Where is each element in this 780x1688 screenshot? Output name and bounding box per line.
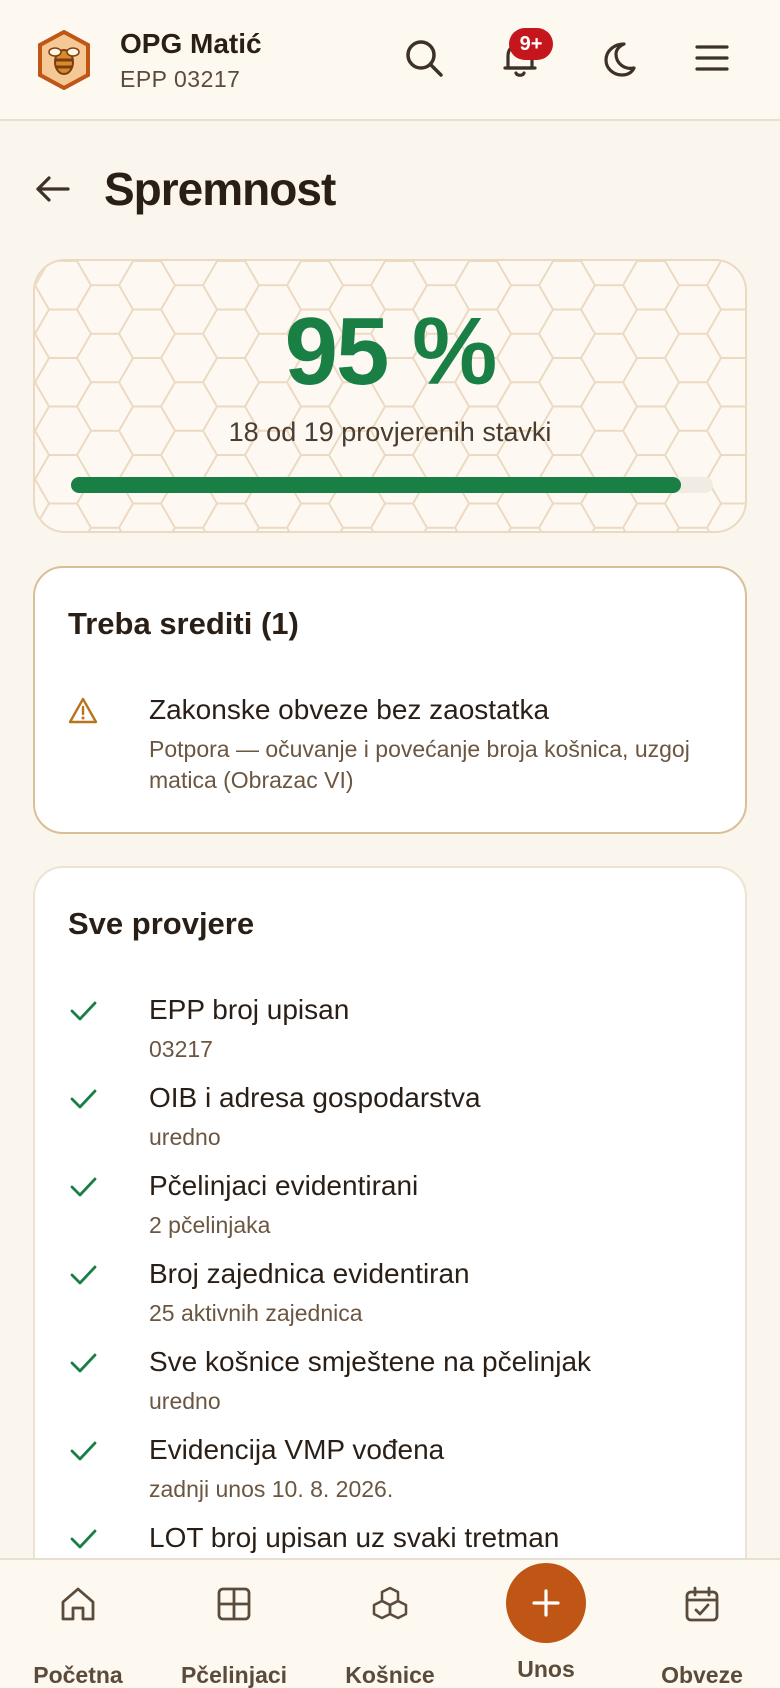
- nav-item-apiaries[interactable]: Pčelinjaci: [156, 1560, 312, 1688]
- nav-item-duties[interactable]: Obveze: [624, 1560, 780, 1688]
- theme-toggle-button[interactable]: [594, 36, 638, 80]
- readiness-progress-fill: [71, 477, 681, 493]
- app-header: OPG Matić EPP 03217 9+: [0, 0, 780, 121]
- notification-count-badge: 9+: [509, 28, 553, 60]
- check-item-title: OIB i adresa gospodarstva: [149, 1082, 481, 1113]
- grid-icon: [217, 1587, 251, 1621]
- add-entry-button[interactable]: [506, 1563, 586, 1643]
- check-item: Broj zajednica evidentiran 25 aktivnih z…: [68, 1258, 718, 1338]
- todo-item-title: Zakonske obveze bez zaostatka: [149, 694, 550, 725]
- back-arrow-icon[interactable]: [34, 170, 72, 208]
- check-icon: [70, 1089, 97, 1109]
- check-item-detail: zadnji unos 10. 8. 2026.: [149, 1476, 394, 1502]
- check-item: Evidencija VMP vođena zadnji unos 10. 8.…: [68, 1434, 718, 1514]
- org-name: OPG Matić: [120, 28, 262, 59]
- check-item-detail: 2 pčelinjaka: [149, 1212, 271, 1238]
- nav-label-home: Početna: [33, 1662, 123, 1688]
- check-item-title: Sve košnice smještene na pčelinjak: [149, 1346, 592, 1377]
- boxes-icon: [372, 1586, 408, 1620]
- todo-card-title: Treba srediti (1): [68, 606, 299, 641]
- menu-button[interactable]: [690, 36, 734, 80]
- check-item-detail: uredno: [149, 1124, 221, 1150]
- warning-icon: [68, 697, 98, 724]
- check-item-title: EPP broj upisan: [149, 994, 350, 1025]
- bee-logo-icon: [38, 30, 90, 90]
- check-icon: [70, 1441, 97, 1461]
- all-checks-title: Sve provjere: [68, 906, 255, 941]
- nav-label-add: Unos: [517, 1656, 575, 1682]
- readiness-percentage: 95 %: [284, 298, 498, 405]
- bottom-navigation: Početna Pčelinjaci Košnice Obveze: [0, 1558, 780, 1688]
- todo-item[interactable]: Zakonske obveze bez zaostatka Potpora — …: [68, 694, 718, 794]
- check-item: OIB i adresa gospodarstva uredno: [68, 1082, 718, 1162]
- check-icon: [70, 1177, 97, 1197]
- check-item: Sve košnice smještene na pčelinjak uredn…: [68, 1346, 718, 1426]
- check-item-detail: uredno: [149, 1388, 221, 1414]
- check-item-title: Broj zajednica evidentiran: [149, 1258, 470, 1289]
- nav-label-apiaries: Pčelinjaci: [180, 1662, 288, 1688]
- check-icon: [70, 1353, 97, 1373]
- check-item-title: Pčelinjaci evidentirani: [149, 1170, 419, 1201]
- moon-icon: [604, 42, 636, 77]
- todo-item-detail: Potpora — očuvanje i povećanje broja koš…: [149, 736, 690, 793]
- calendar-check-icon: [685, 1586, 719, 1622]
- readiness-summary: 18 od 19 provjerenih stavki: [228, 417, 552, 447]
- nav-label-hives: Košnice: [345, 1662, 435, 1688]
- check-item-detail: 25 aktivnih zajednica: [149, 1300, 363, 1326]
- nav-item-hives[interactable]: Košnice: [312, 1560, 468, 1688]
- check-item-detail: 03217: [149, 1036, 213, 1062]
- check-icon: [70, 1001, 97, 1021]
- hamburger-menu-icon: [695, 45, 729, 71]
- nav-item-home[interactable]: Početna: [0, 1560, 156, 1688]
- todo-card: Treba srediti (1) Zakonske obveze bez za…: [33, 566, 747, 834]
- check-item: Pčelinjaci evidentirani 2 pčelinjaka: [68, 1170, 718, 1250]
- check-item: EPP broj upisan 03217: [68, 994, 718, 1074]
- plus-icon: [532, 1589, 560, 1617]
- nav-label-duties: Obveze: [661, 1662, 743, 1688]
- check-icon: [70, 1265, 97, 1285]
- org-epp-number: EPP 03217: [120, 66, 241, 92]
- check-item-title: LOT broj upisan uz svaki tretman: [149, 1522, 560, 1553]
- check-item-title: Evidencija VMP vođena: [149, 1434, 445, 1465]
- page-title: Spremnost: [104, 163, 336, 215]
- search-icon: [406, 40, 443, 77]
- readiness-progress-bar: [71, 477, 713, 493]
- check-icon: [70, 1529, 97, 1549]
- search-button[interactable]: [402, 36, 446, 80]
- home-icon: [61, 1587, 95, 1621]
- readiness-score-card: 95 % 18 od 19 provjerenih stavki: [33, 259, 747, 533]
